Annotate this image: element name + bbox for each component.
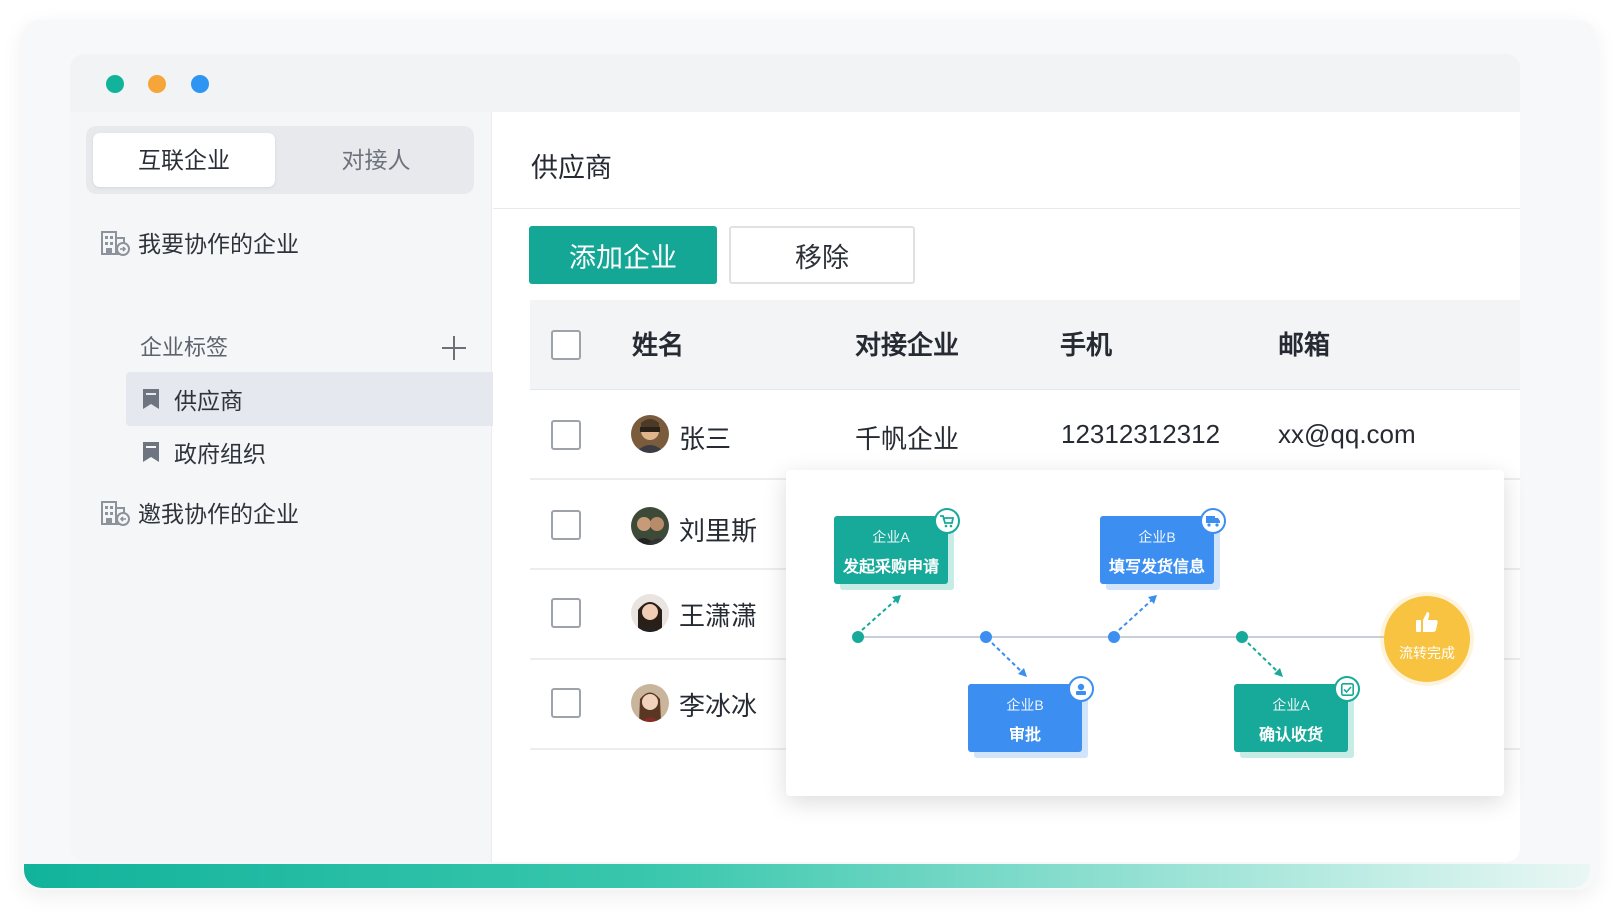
tag-item-government[interactable]: 政府组织: [126, 425, 528, 479]
sidebar: 互联企业 对接人 我要协作的企业 企业标签 供应商 政府组织 邀我协作的企业: [70, 112, 528, 862]
select-all-checkbox[interactable]: [551, 330, 581, 360]
flow-diagram-card: 企业A 发起采购申请 企业B 审批 企业B 填写发货信息 企业A 确认收货 流转…: [786, 470, 1504, 796]
avatar: [631, 507, 669, 545]
flow-node-dot: [1108, 631, 1120, 643]
flow-done-badge: 流转完成: [1384, 596, 1470, 682]
flow-step-action: 发起采购申请: [842, 559, 939, 576]
table-row[interactable]: 张三 千帆企业 12312312312 xx@qq.com: [530, 390, 1520, 480]
bookmark-icon: [143, 442, 159, 462]
remove-button[interactable]: 移除: [729, 226, 915, 284]
thumbs-up-icon: [1416, 612, 1438, 632]
window-titlebar: [70, 54, 1520, 112]
row-phone: 12312312312: [1061, 419, 1221, 449]
row-checkbox[interactable]: [551, 420, 581, 450]
window-minimize-dot[interactable]: [148, 75, 166, 93]
truck-icon: [1200, 508, 1226, 534]
tab-connected-companies[interactable]: 互联企业: [93, 133, 275, 187]
row-email: xx@qq.com: [1278, 419, 1416, 449]
tag-item-label: 供应商: [174, 388, 243, 414]
column-header-company[interactable]: 对接企业: [855, 300, 959, 390]
flow-node-dot: [852, 631, 864, 643]
user-stamp-icon: [1068, 676, 1094, 702]
column-header-phone[interactable]: 手机: [1060, 300, 1112, 390]
flow-step-confirm-receipt: 企业A 确认收货: [1234, 684, 1348, 752]
tab-contacts[interactable]: 对接人: [285, 133, 467, 187]
page-title: 供应商: [531, 153, 612, 183]
flow-done-label: 流转完成: [1399, 645, 1455, 661]
row-name: 刘里斯: [679, 516, 758, 546]
column-header-email[interactable]: 邮箱: [1278, 300, 1330, 390]
add-company-button[interactable]: 添加企业: [529, 226, 717, 284]
column-header-name[interactable]: 姓名: [632, 300, 684, 390]
flow-step-action: 确认收货: [1258, 727, 1323, 744]
group-invited-label: 邀我协作的企业: [138, 501, 299, 527]
check-box-icon: [1334, 676, 1360, 702]
group-collaborate[interactable]: 我要协作的企业: [100, 220, 299, 264]
cart-icon: [934, 508, 960, 534]
row-name: 王潇潇: [679, 601, 758, 631]
flow-step-company: 企业A: [872, 529, 910, 545]
tags-header: 企业标签: [140, 324, 228, 368]
row-company: 千帆企业: [855, 424, 960, 454]
window-maximize-dot[interactable]: [191, 75, 209, 93]
flow-step-action: 审批: [1008, 727, 1041, 744]
row-checkbox[interactable]: [551, 598, 581, 628]
avatar: [631, 684, 669, 722]
row-name: 李冰冰: [679, 691, 758, 721]
tag-item-supplier[interactable]: 供应商: [126, 372, 528, 426]
plus-icon[interactable]: [442, 336, 466, 360]
avatar: [631, 415, 669, 453]
row-checkbox[interactable]: [551, 688, 581, 718]
group-invited[interactable]: 邀我协作的企业: [100, 490, 299, 534]
tags-header-label: 企业标签: [140, 335, 229, 360]
flow-step-action: 填写发货信息: [1108, 559, 1205, 576]
flow-step-shipping-info: 企业B 填写发货信息: [1100, 516, 1214, 584]
flow-node-dot: [1236, 631, 1248, 643]
group-collaborate-label: 我要协作的企业: [138, 231, 299, 257]
bookmark-icon: [143, 389, 159, 409]
flow-step-company: 企业A: [1272, 697, 1310, 713]
flow-step-company: 企业B: [1006, 697, 1044, 713]
row-name: 张三: [679, 424, 732, 454]
flow-step-company: 企业B: [1138, 529, 1176, 545]
avatar: [631, 594, 669, 632]
flow-step-purchase-request: 企业A 发起采购申请: [834, 516, 948, 584]
row-checkbox[interactable]: [551, 510, 581, 540]
segment-control: 互联企业 对接人: [86, 126, 474, 194]
flow-node-dot: [980, 631, 992, 643]
window-close-dot[interactable]: [106, 75, 124, 93]
gradient-base-bar: [24, 864, 1590, 888]
building-share-icon: [101, 501, 130, 526]
building-share-icon: [101, 231, 130, 256]
tag-item-label: 政府组织: [174, 441, 266, 467]
flow-step-approval: 企业B 审批: [968, 684, 1082, 752]
table-header: 姓名 对接企业 手机 邮箱: [530, 300, 1520, 390]
title-divider: [493, 208, 1520, 209]
